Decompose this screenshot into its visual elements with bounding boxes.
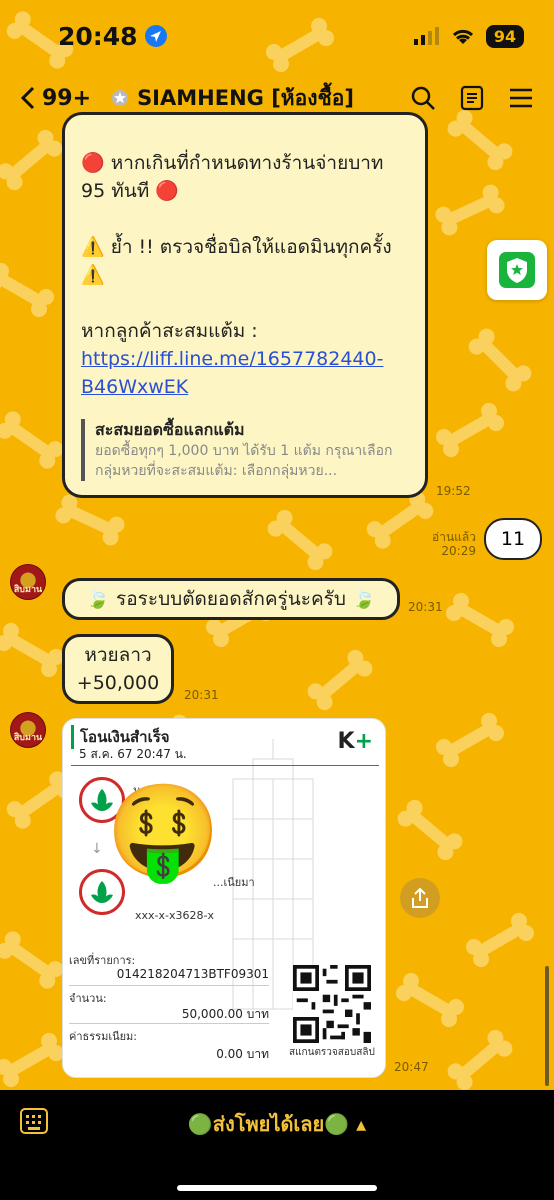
points-prefix: หากลูกค้าสะสมแต้ม : <box>81 320 258 342</box>
rich-menu-bar: 🟢ส่งโพยได้เลย🟢 ▴ <box>0 1090 554 1200</box>
message-bubble-lao[interactable]: หวยลาว +50,000 <box>62 634 174 704</box>
search-icon[interactable] <box>410 85 436 111</box>
message-bubble-mine[interactable]: 11 <box>484 518 542 560</box>
chat-header: 99+ SIAMHENG [ห้องชื้อ] <box>0 72 554 124</box>
message-line-warning: ⚠️ ย้ำ !! ตรวจชื่อบิลให้แอดมินทุกครั้ง ⚠… <box>81 236 392 286</box>
timestamp: 20:31 <box>184 688 219 702</box>
notes-icon[interactable] <box>460 85 484 111</box>
message-line-points: หากลูกค้าสะสมแต้ม : https://liff.line.me… <box>81 317 409 401</box>
lao-amount: +50,000 <box>76 672 160 694</box>
message-line-refund: 🔴 หากเกินที่กำหนดทางร้านจ่ายบาท 95 ทันที… <box>81 152 384 202</box>
status-bar: 20:48 94 <box>0 0 554 72</box>
link-preview-title: สะสมยอดซื้อแลกแต้ม <box>95 420 245 439</box>
lao-label: หวยลาว <box>84 644 152 666</box>
avatar[interactable]: สิบมาน <box>10 712 46 748</box>
back-button[interactable]: 99+ <box>20 86 91 111</box>
unread-count: 99+ <box>42 85 92 111</box>
slip-divider <box>69 985 269 986</box>
message-bubble-wait[interactable]: 🍃 รอระบบตัดยอดสักครู่นะครับ 🍃 <box>62 578 400 620</box>
timestamp: 20:29 <box>441 544 476 558</box>
rich-menu-toggle[interactable]: 🟢ส่งโพยได้เลย🟢 ▴ <box>0 1108 554 1140</box>
points-link[interactable]: https://liff.line.me/1657782440-B46WxwEK <box>81 348 383 398</box>
chat-title[interactable]: SIAMHENG [ห้องชื้อ] <box>111 82 354 115</box>
ref-value: 014218204713BTF09301 <box>116 967 269 981</box>
avatar-text: สิบมาน <box>13 733 43 743</box>
message-bubble-announcement[interactable]: 🔴 หากเกินที่กำหนดทางร้านจ่ายบาท 95 ทันที… <box>62 112 428 498</box>
amount-value: 50,000.00 บาท <box>181 1007 269 1021</box>
home-indicator <box>177 1185 377 1191</box>
avatar[interactable]: สิบมาน <box>10 564 46 600</box>
share-button[interactable] <box>400 878 440 918</box>
timestamp: 20:47 <box>394 1060 429 1074</box>
shield-badge-button[interactable] <box>487 240 547 300</box>
clock-time: 20:48 <box>58 21 138 51</box>
timestamp: 20:31 <box>408 600 443 614</box>
fee-value: 0.00 บาท <box>216 1047 269 1061</box>
avatar-text: สิบมาน <box>13 585 43 595</box>
battery-indicator: 94 <box>486 24 524 48</box>
arrow-down-icon: ↓ <box>91 841 103 857</box>
scrollbar[interactable] <box>545 966 549 1086</box>
header-actions <box>410 85 534 111</box>
chat-area[interactable]: 🔴 หากเกินที่กำหนดทางร้านจ่ายบาท 95 ทันที… <box>0 0 554 1090</box>
wifi-icon <box>452 29 474 44</box>
signal-icon <box>414 27 439 45</box>
kplus-logo: K+ <box>338 729 374 754</box>
receiver-account: xxx-x-x3628-x <box>135 909 214 922</box>
slip-date: 5 ส.ค. 67 20:47 น. <box>79 747 187 761</box>
verified-badge-icon <box>112 90 129 106</box>
shield-icon <box>499 252 535 288</box>
link-preview-description: ยอดซื้อทุกๆ 1,000 บาท ได้รับ 1 แต้ม กรุณ… <box>95 443 393 479</box>
slip-divider <box>71 765 379 766</box>
chevron-left-icon <box>20 86 35 110</box>
qr-code <box>293 965 371 1043</box>
location-icon <box>144 25 167 47</box>
chat-title-text: SIAMHENG [ห้องชื้อ] <box>137 85 354 110</box>
transfer-slip-image[interactable]: โอนเงินสำเร็จ 5 ส.ค. 67 20:47 น. K+ นาย.… <box>62 718 386 1078</box>
link-preview[interactable]: สะสมยอดซื้อแลกแต้ม ยอดซื้อทุกๆ 1,000 บาท… <box>81 419 409 481</box>
qr-caption: สแกนตรวจสอบสลิป <box>289 1047 375 1058</box>
fee-label: ค่าธรรมเนียม: <box>69 1030 137 1043</box>
status-icons: 94 <box>414 24 524 48</box>
share-icon <box>412 887 428 908</box>
slip-divider <box>69 1023 269 1024</box>
kplus-logo-k: K <box>337 729 355 754</box>
money-face-emoji: 🤑 <box>106 778 221 885</box>
kplus-logo-plus: + <box>354 729 373 754</box>
timestamp: 19:52 <box>436 484 471 498</box>
menu-icon[interactable] <box>508 86 534 110</box>
clock: 20:48 <box>58 22 168 51</box>
